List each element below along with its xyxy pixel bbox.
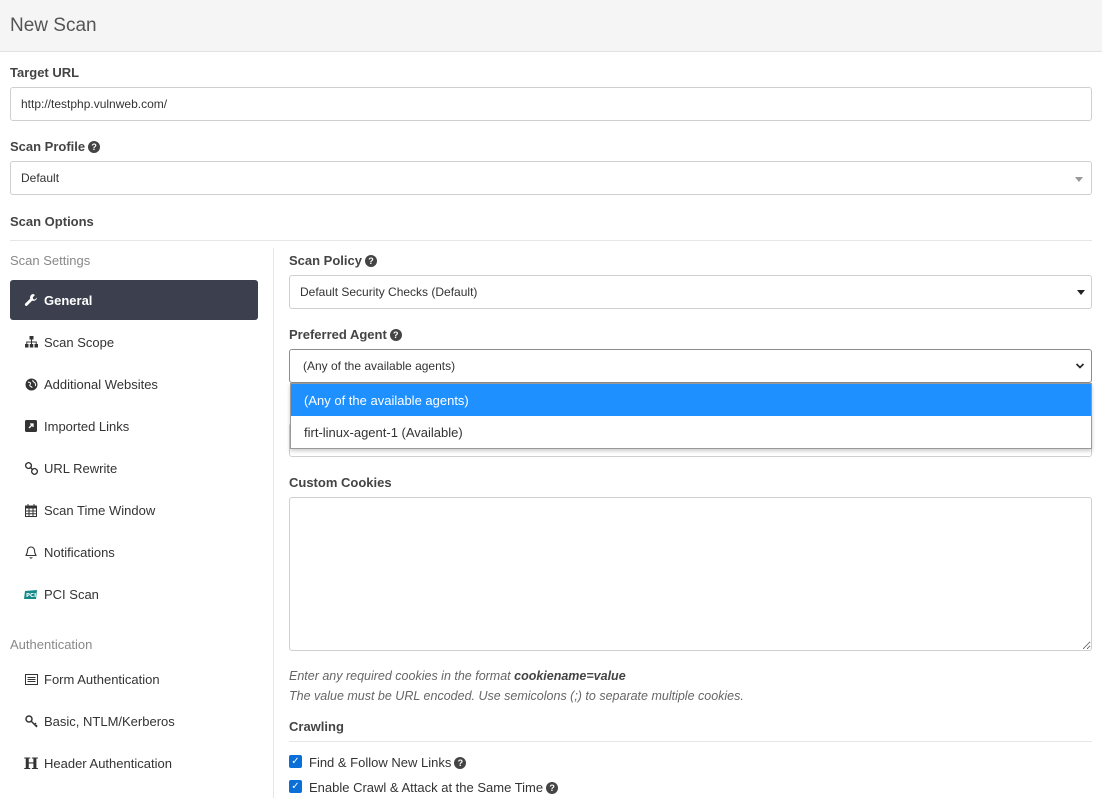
agent-dropdown-menu[interactable]: (Any of the available agents) firt-linux… <box>290 383 1092 449</box>
cookies-help-line-1: Enter any required cookies in the format… <box>289 669 626 683</box>
cookies-help-prefix: Enter any required cookies in the format <box>289 669 515 683</box>
chevron-down-icon <box>1075 177 1083 182</box>
sidebar-item-scan-scope[interactable]: Scan Scope <box>24 332 254 352</box>
dropdown-option-any-agent[interactable]: (Any of the available agents) <box>291 384 1091 416</box>
sidebar-item-label: General <box>44 292 93 308</box>
crawl-attack-same-time-label: Enable Crawl & Attack at the Same Time? <box>309 780 559 795</box>
divider <box>10 240 1092 241</box>
calendar-icon <box>24 503 38 517</box>
scan-profile-value: Default <box>21 171 60 185</box>
target-url-input[interactable]: http://testphp.vulnweb.com/ <box>10 87 1092 121</box>
help-icon[interactable]: ? <box>389 329 402 341</box>
sidebar-item-label: Imported Links <box>44 418 130 434</box>
svg-text:PCI: PCI <box>26 593 36 599</box>
sidebar-item-label: Basic, NTLM/Kerberos <box>44 713 175 729</box>
sidebar-item-additional-websites[interactable]: Additional Websites <box>24 374 254 394</box>
sidebar-item-url-rewrite[interactable]: URL Rewrite <box>24 458 254 478</box>
sidebar-item-header-authentication[interactable]: H Header Authentication <box>23 753 254 773</box>
sidebar-item-label: Scan Time Window <box>44 502 156 518</box>
divider <box>289 741 1092 742</box>
preferred-agent-label-text: Preferred Agent <box>289 327 387 342</box>
preferred-agent-select[interactable]: (Any of the available agents) <box>289 349 1092 383</box>
scan-profile-label-text: Scan Profile <box>10 139 86 154</box>
chevron-down-icon <box>1075 360 1085 374</box>
scan-policy-label: Scan Policy? <box>289 253 377 268</box>
crawl-attack-same-time-text: Enable Crawl & Attack at the Same Time <box>309 780 544 795</box>
sidebar-item-label: Scan Scope <box>44 334 115 350</box>
sidebar-item-pci-scan[interactable]: PCI PCI Scan <box>24 584 254 604</box>
sidebar-item-label: Form Authentication <box>44 671 160 687</box>
sidebar-item-basic-ntlm-kerberos[interactable]: Basic, NTLM/Kerberos <box>24 711 254 731</box>
sidebar-item-label: URL Rewrite <box>44 460 118 476</box>
sidebar-item-label: Notifications <box>44 544 115 560</box>
sidebar-item-imported-links[interactable]: Imported Links <box>24 416 254 436</box>
bell-icon <box>24 545 38 559</box>
find-follow-links-label: Find & Follow New Links? <box>309 755 467 770</box>
help-icon[interactable]: ? <box>454 757 467 769</box>
sidebar-item-general[interactable]: General <box>10 280 258 320</box>
external-link-icon <box>24 420 38 432</box>
cookies-help-line-2: The value must be URL encoded. Use semic… <box>289 689 744 703</box>
page-title: New Scan <box>10 15 97 36</box>
scan-policy-select[interactable]: Default Security Checks (Default) <box>289 275 1092 309</box>
page-header: New Scan <box>0 0 1102 52</box>
preferred-agent-label: Preferred Agent? <box>289 327 402 342</box>
authentication-heading: Authentication <box>10 637 93 652</box>
help-icon[interactable]: ? <box>364 255 377 267</box>
custom-cookies-textarea[interactable] <box>289 497 1092 651</box>
preferred-agent-value: (Any of the available agents) <box>303 359 456 373</box>
find-follow-links-text: Find & Follow New Links <box>309 755 452 770</box>
crawling-label: Crawling <box>289 719 344 734</box>
scan-policy-label-text: Scan Policy <box>289 253 362 268</box>
link-icon <box>24 461 38 475</box>
help-icon[interactable]: ? <box>88 141 101 153</box>
target-url-label: Target URL <box>10 65 80 80</box>
sidebar-item-form-authentication[interactable]: Form Authentication <box>24 669 254 689</box>
sidebar-item-label: Additional Websites <box>44 376 158 392</box>
header-h-icon: H <box>23 753 39 773</box>
find-follow-links-checkbox[interactable]: ✓ <box>289 755 302 768</box>
form-icon <box>24 673 38 685</box>
help-icon[interactable]: ? <box>546 782 559 794</box>
crawl-attack-same-time-checkbox[interactable]: ✓ <box>289 780 302 793</box>
sidebar-item-notifications[interactable]: Notifications <box>24 542 254 562</box>
scan-profile-select[interactable]: Default <box>10 161 1092 195</box>
dropdown-option-linux-agent[interactable]: firt-linux-agent-1 (Available) <box>291 416 1091 448</box>
scan-policy-value: Default Security Checks (Default) <box>300 285 478 299</box>
vertical-divider <box>273 248 274 798</box>
pci-icon: PCI <box>24 589 38 600</box>
target-url-value: http://testphp.vulnweb.com/ <box>21 97 168 111</box>
sitemap-icon <box>24 336 38 348</box>
scan-profile-label: Scan Profile? <box>10 139 101 154</box>
cookies-help-format: cookiename=value <box>514 669 626 683</box>
wrench-icon <box>24 293 38 307</box>
sidebar-item-label: PCI Scan <box>44 586 99 602</box>
custom-cookies-label: Custom Cookies <box>289 475 392 490</box>
scan-settings-heading: Scan Settings <box>10 253 91 268</box>
sidebar-item-label: Header Authentication <box>44 755 172 771</box>
scan-options-label: Scan Options <box>10 214 94 229</box>
globe-icon <box>24 378 38 391</box>
key-icon <box>24 714 38 728</box>
chevron-down-icon <box>1077 290 1085 295</box>
sidebar-item-scan-time-window[interactable]: Scan Time Window <box>24 500 254 520</box>
